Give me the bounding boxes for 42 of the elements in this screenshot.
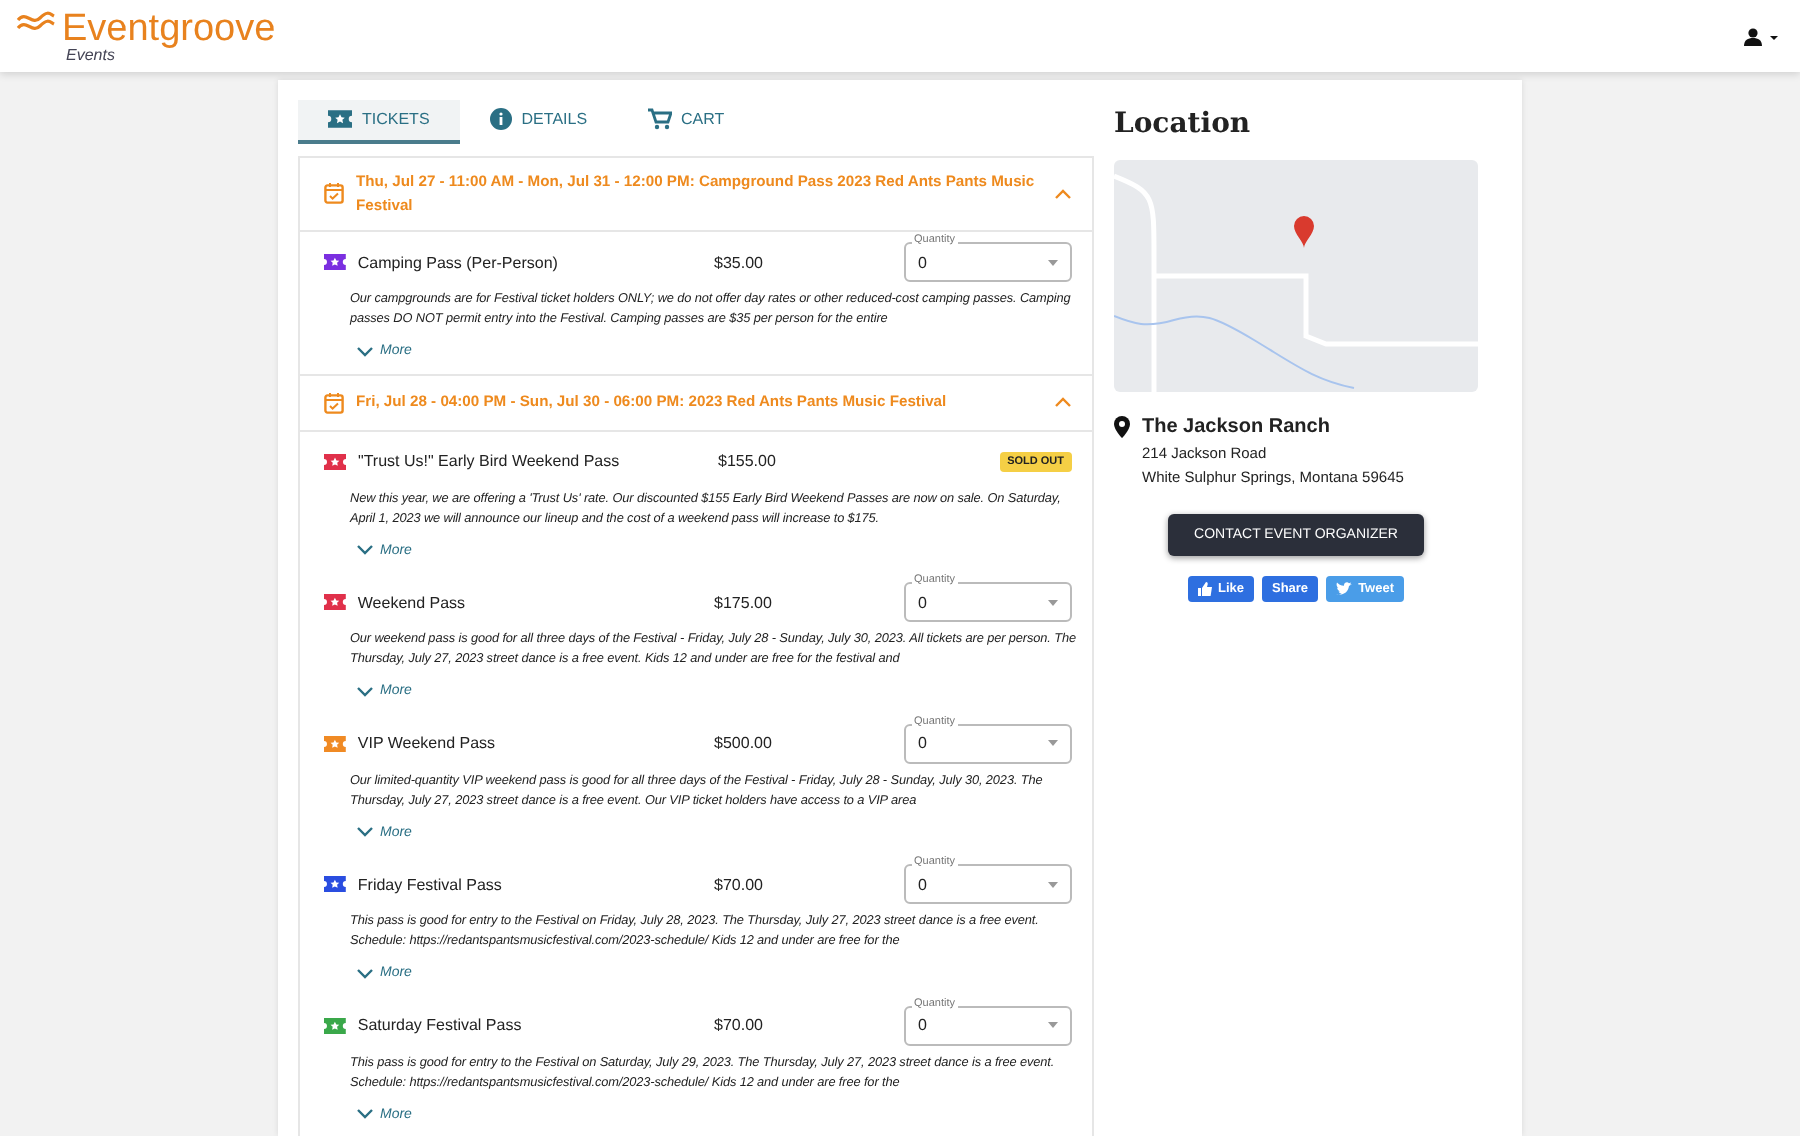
brand-name: Eventgroove [62,9,276,47]
calendar-icon [324,182,344,205]
tab[interactable]: CART [617,100,755,144]
caret-icon [1048,259,1059,265]
user-menu-icon[interactable] [1744,27,1780,45]
bird-icon [1336,582,1353,596]
ticket-price: $70.00 [714,875,765,893]
caret-icon [1048,740,1059,746]
ticket-price: $175.00 [714,593,774,611]
ticket-price: $35.00 [714,253,765,271]
ticket-price: $155.00 [718,452,778,470]
info-icon [489,108,512,131]
cart-icon [647,108,672,131]
tab[interactable]: DETAILS [459,100,618,144]
ticket-name: Camping Pass (Per-Person) [357,253,560,271]
venue-name: The Jackson Ranch [1142,416,1332,438]
chevron-down-icon[interactable] [356,826,374,838]
location-heading: Location [1114,108,1253,140]
map-pin-icon [1114,416,1130,438]
caret-icon [1048,1022,1059,1028]
chevron-down-icon[interactable] [356,345,374,357]
chevron-down-icon[interactable] [356,1108,374,1120]
ticket-price: $500.00 [714,734,774,752]
ticket-name: "Trust Us!" Early Bird Weekend Pass [358,452,622,470]
brand-subtitle: Events [66,47,115,63]
wave-logo-icon [16,9,56,33]
collapse-chevron-icon[interactable] [1054,187,1072,200]
tab[interactable]: TICKETS [298,100,460,144]
thumbs-up-icon [1197,582,1212,596]
ticket-price: $70.00 [714,1016,765,1034]
ticket-name: Weekend Pass [357,593,468,611]
calendar-icon [324,391,344,413]
collapse-chevron-icon[interactable] [1054,396,1072,408]
chevron-down-icon[interactable] [356,544,374,556]
ticket-icon [328,110,352,129]
ticket-name: Saturday Festival Pass [357,1016,524,1034]
chevron-down-icon[interactable] [356,967,374,979]
chevron-down-icon[interactable] [356,685,374,697]
ticket-name: VIP Weekend Pass [357,734,498,752]
caret-icon [1048,599,1059,605]
caret-icon [1048,881,1059,887]
ticket-name: Friday Festival Pass [357,875,504,893]
